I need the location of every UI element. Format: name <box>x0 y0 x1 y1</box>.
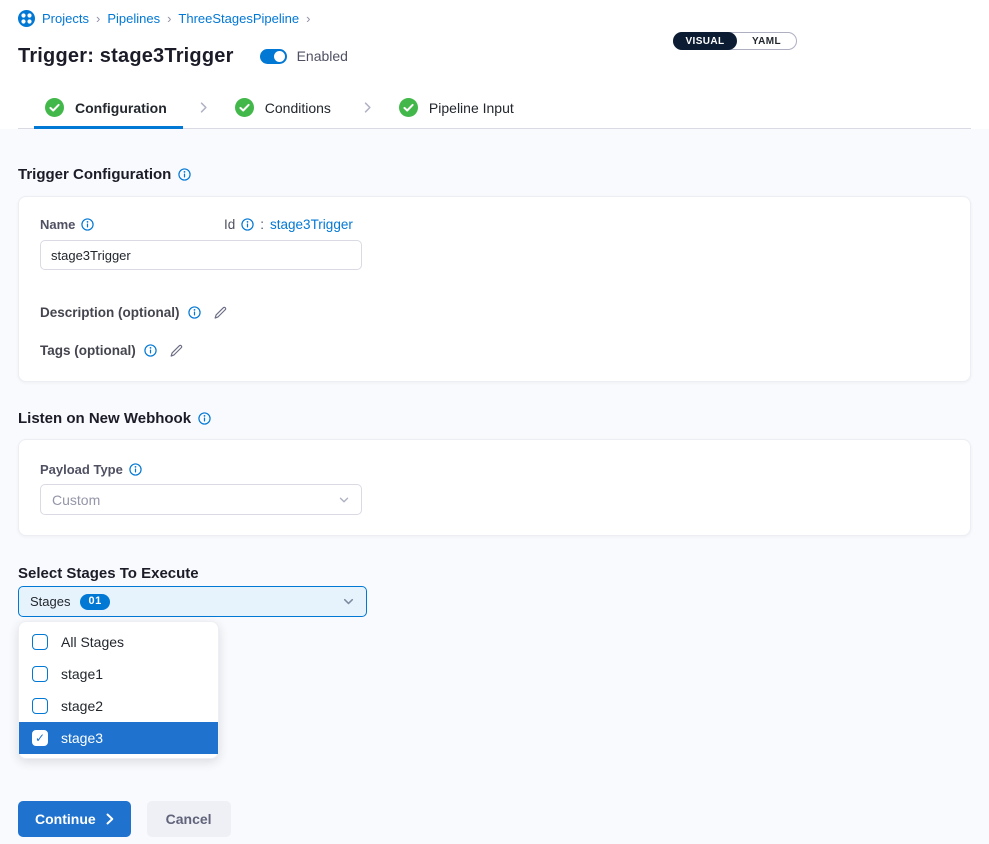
info-icon[interactable] <box>241 218 254 231</box>
info-icon[interactable] <box>198 412 211 425</box>
webhook-card: Payload Type Custom <box>18 439 971 536</box>
name-label-group: Name <box>40 217 224 232</box>
id-group: Id : stage3Trigger <box>224 217 353 232</box>
toggle-knob <box>274 51 285 62</box>
option-stage2[interactable]: stage2 <box>19 690 218 722</box>
breadcrumb-link-projects[interactable]: Projects <box>42 11 89 26</box>
page-title: Trigger: stage3Trigger <box>18 45 234 68</box>
id-value[interactable]: stage3Trigger <box>270 217 353 232</box>
stages-dropdown-label: Stages <box>30 594 70 609</box>
payload-type-value: Custom <box>52 492 100 508</box>
chevron-right-icon <box>197 101 210 114</box>
main-content: Trigger Configuration Name Id : stage3Tr… <box>0 129 989 844</box>
tab-label: Pipeline Input <box>429 100 514 116</box>
info-icon[interactable] <box>129 463 142 476</box>
select-stages-heading: Select Stages To Execute <box>18 564 971 582</box>
continue-label: Continue <box>35 811 96 827</box>
payload-type-label-group: Payload Type <box>40 462 949 476</box>
description-label: Description (optional) <box>40 305 180 320</box>
option-stage1[interactable]: stage1 <box>19 658 218 690</box>
checkbox[interactable] <box>32 634 48 650</box>
breadcrumb-link-pipelines[interactable]: Pipelines <box>107 11 160 26</box>
option-all-stages[interactable]: All Stages <box>19 626 218 658</box>
tab-pipeline-input[interactable]: Pipeline Input <box>388 87 530 128</box>
edit-description-icon[interactable] <box>213 305 228 320</box>
name-id-row: Name Id : stage3Trigger <box>40 217 949 231</box>
check-circle-icon <box>45 98 64 117</box>
wizard-tabs: Configuration Conditions Pipeline Input <box>18 87 971 129</box>
trigger-configuration-heading: Trigger Configuration <box>18 165 971 183</box>
breadcrumb-separator: › <box>96 12 100 25</box>
payload-type-select: Custom <box>40 484 362 515</box>
cancel-button[interactable]: Cancel <box>147 801 231 837</box>
enabled-toggle[interactable] <box>260 49 287 64</box>
visual-toggle-button[interactable]: VISUAL <box>673 32 737 50</box>
info-icon[interactable] <box>81 218 94 231</box>
option-label: stage1 <box>61 666 103 682</box>
check-circle-icon <box>399 98 418 117</box>
breadcrumb-separator: › <box>306 12 310 25</box>
chevron-right-icon <box>106 813 114 825</box>
stages-count-badge: 01 <box>80 594 109 610</box>
harness-project-icon <box>18 10 35 27</box>
continue-button[interactable]: Continue <box>18 801 131 837</box>
chevron-down-icon <box>342 595 355 608</box>
section-title-text: Trigger Configuration <box>18 166 171 183</box>
tab-configuration[interactable]: Configuration <box>34 87 183 128</box>
option-label: All Stages <box>61 634 124 650</box>
info-icon[interactable] <box>144 344 157 357</box>
name-label: Name <box>40 217 75 232</box>
enabled-label: Enabled <box>297 48 348 64</box>
tab-label: Conditions <box>265 100 331 116</box>
payload-type-label: Payload Type <box>40 462 123 477</box>
tags-label: Tags (optional) <box>40 343 136 358</box>
id-separator: : <box>260 217 264 232</box>
checkbox[interactable] <box>32 698 48 714</box>
breadcrumb: Projects › Pipelines › ThreeStagesPipeli… <box>18 10 971 27</box>
tab-label: Configuration <box>75 100 167 116</box>
section-title-text: Select Stages To Execute <box>18 565 199 582</box>
breadcrumb-separator: › <box>167 12 171 25</box>
chevron-right-icon <box>361 101 374 114</box>
breadcrumb-link-pipeline-name[interactable]: ThreeStagesPipeline <box>178 11 299 26</box>
title-row: Trigger: stage3Trigger Enabled <box>18 41 971 71</box>
yaml-toggle-button[interactable]: YAML <box>737 33 796 49</box>
info-icon[interactable] <box>178 168 191 181</box>
stages-options-popup: All Stages stage1 stage2 stage3 <box>18 621 219 759</box>
option-stage3[interactable]: stage3 <box>19 722 218 754</box>
section-title-text: Listen on New Webhook <box>18 410 191 427</box>
tab-conditions[interactable]: Conditions <box>224 87 347 128</box>
option-label: stage2 <box>61 698 103 714</box>
checkbox-checked[interactable] <box>32 730 48 746</box>
option-label: stage3 <box>61 730 103 746</box>
info-icon[interactable] <box>188 306 201 319</box>
page-header: Projects › Pipelines › ThreeStagesPipeli… <box>0 0 989 129</box>
id-label: Id <box>224 217 235 232</box>
footer-actions: Continue Cancel <box>18 801 971 837</box>
check-circle-icon <box>235 98 254 117</box>
chevron-down-icon <box>338 494 350 506</box>
edit-tags-icon[interactable] <box>169 343 184 358</box>
stages-dropdown[interactable]: Stages 01 <box>18 586 367 617</box>
tags-row: Tags (optional) <box>40 342 949 359</box>
trigger-configuration-card: Name Id : stage3Trigger Description (opt… <box>18 196 971 382</box>
visual-yaml-toggle: VISUAL YAML <box>673 32 797 50</box>
webhook-heading: Listen on New Webhook <box>18 409 971 427</box>
name-input[interactable] <box>40 240 362 270</box>
checkbox[interactable] <box>32 666 48 682</box>
cancel-label: Cancel <box>166 811 212 827</box>
description-row: Description (optional) <box>40 304 949 321</box>
